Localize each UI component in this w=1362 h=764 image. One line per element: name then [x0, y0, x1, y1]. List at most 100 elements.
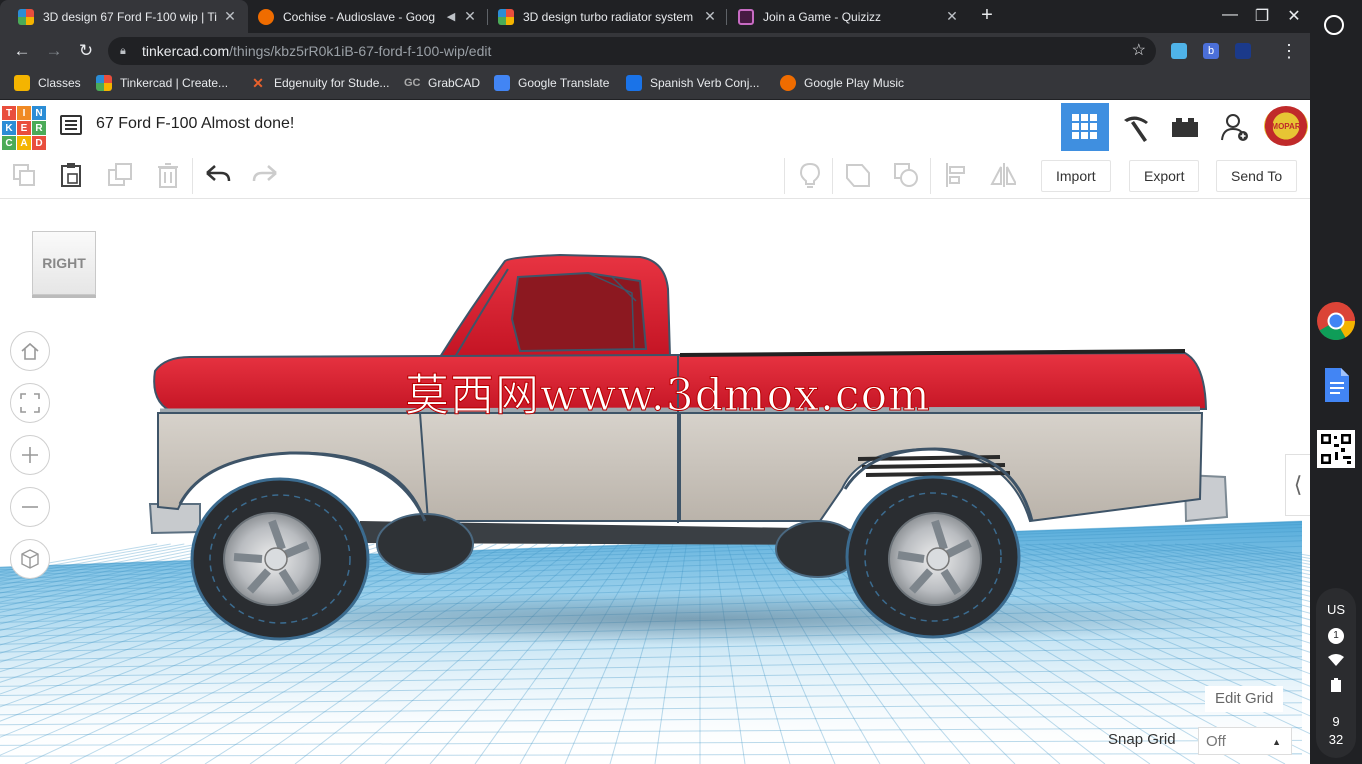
speaker-icon[interactable]: ◀ — [444, 10, 458, 23]
back-button[interactable]: ← — [12, 41, 32, 61]
bookmark-google-play-music[interactable]: Google Play Music — [780, 75, 904, 91]
notes-button[interactable] — [797, 162, 823, 188]
toolbar-separator — [192, 158, 193, 194]
tab-title: 3D design 67 Ford F-100 wip | Ti — [43, 9, 217, 24]
bookmark-tinkercad[interactable]: Tinkercad | Create... — [96, 75, 228, 91]
avatar[interactable]: MOPAR — [1264, 106, 1308, 146]
close-window-button[interactable]: ✕ — [1284, 6, 1304, 26]
edit-grid-button[interactable]: Edit Grid — [1205, 686, 1284, 712]
bookmark-star-icon[interactable]: ☆ — [1132, 37, 1146, 65]
home-view-button[interactable] — [10, 331, 50, 371]
keyboard-layout: US — [1326, 602, 1346, 617]
trash-icon — [158, 163, 178, 188]
plus-icon — [22, 447, 38, 463]
tab-turbo-radiator[interactable]: 3D design turbo radiator system ✕ — [480, 0, 728, 33]
bookmark-google-translate[interactable]: Google Translate — [494, 75, 609, 91]
close-icon[interactable]: ✕ — [220, 8, 240, 25]
panel-collapse-button[interactable]: ⟨ — [1285, 454, 1310, 516]
workplane-grid — [0, 253, 1310, 764]
rear-wheel — [845, 475, 1021, 639]
snap-grid-select[interactable]: Off ▲ — [1198, 727, 1292, 755]
toolbar-separator — [832, 158, 833, 194]
zoom-in-button[interactable] — [10, 435, 50, 475]
minimize-button[interactable]: — — [1220, 6, 1240, 24]
bookmark-edgenuity[interactable]: ✕ Edgenuity for Stude... — [250, 75, 389, 91]
forward-button[interactable]: → — [44, 41, 64, 61]
grid-icon — [1072, 114, 1097, 139]
cube-icon — [21, 549, 39, 569]
align-button[interactable] — [943, 162, 969, 188]
url-text: tinkercad.com/things/kbz5rR0k1iB-67-ford… — [142, 43, 492, 59]
launcher-icon[interactable] — [1324, 15, 1344, 35]
battery-icon — [1331, 678, 1341, 692]
notification-count: 1 — [1328, 628, 1344, 644]
redo-button[interactable] — [252, 162, 278, 188]
duplicate-button[interactable] — [107, 162, 133, 188]
bookmarks-bar: Classes Tinkercad | Create... ✕ Edgenuit… — [0, 69, 1310, 100]
cloud-extension-icon[interactable] — [1171, 43, 1187, 59]
reload-button[interactable]: ↻ — [76, 41, 96, 61]
copy-button[interactable] — [11, 162, 37, 188]
close-icon[interactable]: ✕ — [942, 8, 962, 25]
google-play-music-icon — [258, 8, 274, 25]
classroom-icon — [14, 75, 30, 91]
close-icon[interactable]: ✕ — [700, 8, 720, 25]
group-button[interactable] — [845, 162, 871, 188]
bricks-view-button[interactable] — [1161, 103, 1209, 151]
export-button[interactable]: Export — [1129, 160, 1200, 192]
tinkercad-logo[interactable]: TIN KER CAD — [2, 106, 46, 150]
address-bar[interactable]: 🔒︎ tinkercad.com/things/kbz5rR0k1iB-67-f… — [108, 37, 1156, 65]
3d-view-button[interactable] — [1061, 103, 1109, 151]
qr-code-app-icon[interactable] — [1317, 430, 1355, 468]
bookmark-grabcad[interactable]: GC GrabCAD — [404, 75, 480, 91]
tab-title: 3D design turbo radiator system — [523, 9, 694, 24]
close-icon[interactable]: ✕ — [460, 8, 480, 25]
design-list-icon[interactable] — [60, 115, 82, 135]
restore-button[interactable]: ❐ — [1252, 6, 1272, 26]
perspective-toggle-button[interactable] — [10, 539, 50, 579]
google-docs-icon[interactable] — [1317, 366, 1355, 404]
invite-user-button[interactable] — [1211, 103, 1259, 151]
workplane-canvas[interactable]: 莫西网www.3dmox.com RIGHT ⟨ Edit Grid Snap … — [0, 199, 1310, 764]
clock-hour: 9 — [1332, 714, 1340, 729]
blocks-view-button[interactable] — [1111, 103, 1159, 151]
chrome-app-icon[interactable] — [1317, 302, 1355, 341]
paste-button[interactable] — [58, 162, 84, 188]
edgenuity-icon: ✕ — [252, 75, 264, 91]
ungroup-button[interactable] — [893, 162, 919, 188]
fit-view-button[interactable] — [10, 383, 50, 423]
caret-up-icon: ▲ — [1272, 737, 1281, 747]
lock-icon: 🔒︎ — [120, 45, 126, 57]
wifi-icon — [1328, 654, 1344, 666]
browser-toolbar: ← → ↻ 🔒︎ tinkercad.com/things/kbz5rR0k1i… — [0, 33, 1310, 69]
undo-button[interactable] — [205, 162, 231, 188]
design-title[interactable]: 67 Ford F-100 Almost done! — [96, 115, 294, 133]
snap-grid-value: Off — [1206, 733, 1226, 750]
align-icon — [946, 163, 965, 187]
tab-title: Cochise - Audioslave - Goog — [283, 9, 436, 24]
add-user-icon — [1221, 114, 1248, 141]
browser-window: 3D design 67 Ford F-100 wip | Ti ✕ Cochi… — [0, 0, 1310, 764]
tab-tinkercad-ford[interactable]: 3D design 67 Ford F-100 wip | Ti ✕ — [0, 0, 248, 33]
spanishdict-icon — [626, 75, 642, 91]
b-extension-icon[interactable]: b — [1203, 43, 1219, 59]
bookmark-spanish-verb[interactable]: Spanish Verb Conj... — [626, 75, 759, 91]
mirror-button[interactable] — [990, 162, 1016, 188]
bookmark-classes[interactable]: Classes — [14, 75, 81, 91]
zoom-out-button[interactable] — [10, 487, 50, 527]
tinkercad-header: TIN KER CAD 67 Ford F-100 Almost done! — [0, 100, 1310, 153]
chrome-logo-icon — [1317, 302, 1355, 341]
tab-quizizz[interactable]: Join a Game - Quizizz ✕ — [720, 0, 970, 33]
translate-icon — [494, 75, 510, 91]
view-cube[interactable]: RIGHT — [32, 231, 96, 295]
import-button[interactable]: Import — [1041, 160, 1111, 192]
shield-extension-icon[interactable] — [1235, 43, 1251, 59]
send-to-button[interactable]: Send To — [1216, 160, 1298, 192]
tab-cochise-audioslave[interactable]: Cochise - Audioslave - Goog ◀ ✕ — [240, 0, 488, 33]
new-tab-button[interactable]: + — [977, 4, 997, 27]
chrome-menu-icon[interactable]: ⋮ — [1280, 41, 1298, 62]
system-tray[interactable]: US 1 9 32 — [1316, 588, 1356, 758]
toolbar-separator — [930, 158, 931, 194]
delete-button[interactable] — [155, 162, 181, 188]
tab-title: Join a Game - Quizizz — [763, 9, 882, 24]
